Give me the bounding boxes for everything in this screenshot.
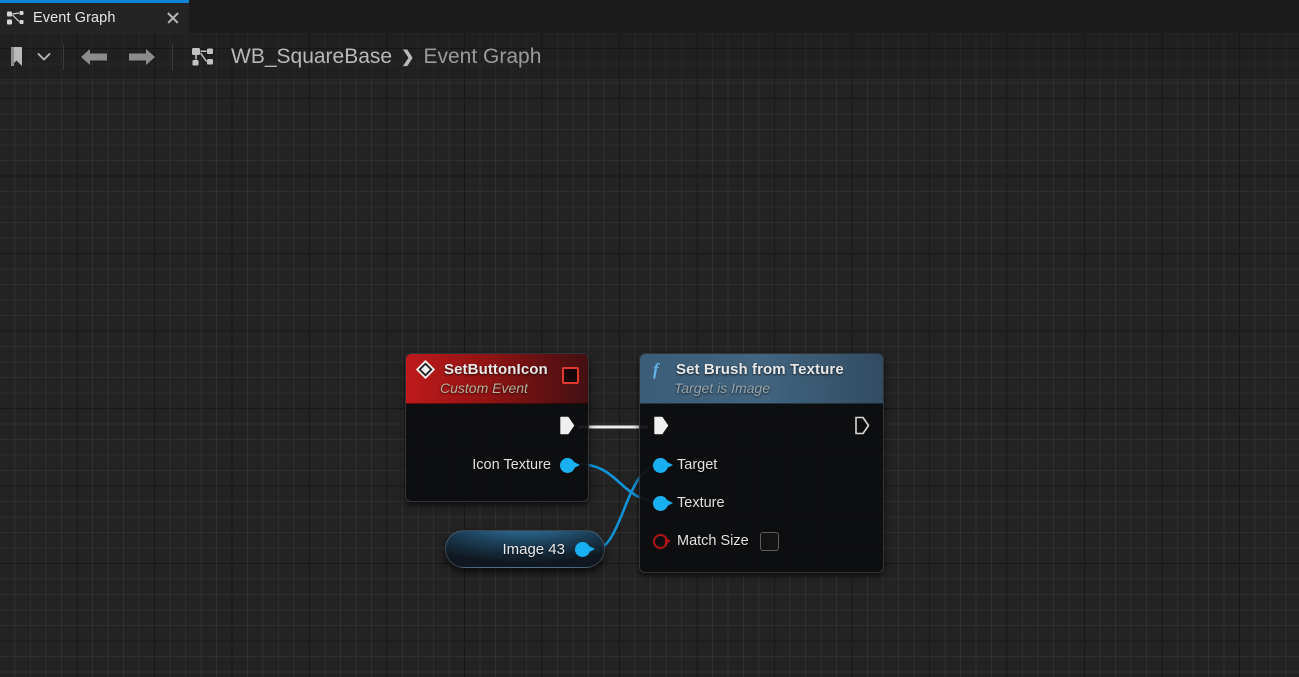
pin-texture[interactable]: [653, 495, 673, 511]
pin-row: Match Size: [640, 522, 883, 560]
arrow-left-icon[interactable]: [70, 40, 118, 74]
pin-row: Target: [640, 446, 883, 484]
node-body: f Set Brush from Texture Target is Image: [639, 353, 884, 573]
node-image-43[interactable]: Image 43: [445, 530, 605, 568]
toolbar-divider: [172, 43, 173, 70]
node-set-brush-from-texture[interactable]: f Set Brush from Texture Target is Image: [639, 353, 884, 573]
event-diamond-icon: [416, 360, 435, 379]
exec-output-pin[interactable]: [559, 416, 575, 435]
pin-target[interactable]: [653, 457, 673, 473]
arrow-right-icon[interactable]: [118, 40, 166, 74]
tab-bar: Event Graph: [0, 0, 1299, 33]
graph-toolbar: WB_SquareBase ❯ Event Graph: [0, 33, 1299, 80]
blueprint-editor-window: SetButtonIcon Custom Event Icon Texture …: [0, 0, 1299, 677]
toolbar-divider: [63, 43, 64, 70]
pin-match-size[interactable]: [653, 533, 671, 549]
pin-label-icon-texture: Icon Texture: [472, 457, 551, 473]
pin-row: [640, 404, 883, 446]
tab-label: Event Graph: [33, 10, 116, 26]
svg-text:f: f: [653, 360, 661, 379]
node-header: SetButtonIcon Custom Event: [406, 354, 588, 404]
close-icon[interactable]: [165, 10, 181, 26]
pin-row: Texture: [640, 484, 883, 522]
pin-row: Icon Texture: [406, 446, 588, 484]
bookmark-icon[interactable]: [3, 40, 31, 74]
node-title: Image 43: [502, 540, 565, 558]
node-subtitle: Target is Image: [674, 380, 770, 396]
node-body: Image 43: [445, 530, 605, 568]
chevron-down-icon[interactable]: [31, 40, 57, 74]
event-graph-canvas[interactable]: SetButtonIcon Custom Event Icon Texture …: [0, 80, 1299, 677]
function-f-icon: f: [650, 360, 667, 379]
node-content: Icon Texture: [406, 404, 588, 501]
node-title: SetButtonIcon: [444, 361, 548, 378]
pin-label-texture: Texture: [677, 495, 725, 511]
pin-icon-texture[interactable]: [560, 457, 580, 473]
pin-label-match-size: Match Size: [677, 533, 749, 549]
node-content: Target Texture Match Size: [640, 404, 883, 572]
node-header: f Set Brush from Texture Target is Image: [640, 354, 883, 404]
match-size-checkbox[interactable]: [759, 531, 779, 551]
pin-image-43-output[interactable]: [575, 541, 595, 557]
chevron-right-icon: ❯: [401, 48, 415, 66]
exec-output-pin[interactable]: [854, 416, 870, 435]
exec-input-pin[interactable]: [653, 416, 669, 435]
delegate-pin[interactable]: [562, 367, 579, 384]
node-body: SetButtonIcon Custom Event Icon Texture: [405, 353, 589, 502]
node-title: Set Brush from Texture: [676, 361, 844, 378]
breadcrumb: WB_SquareBase ❯ Event Graph: [231, 45, 541, 69]
breadcrumb-current[interactable]: Event Graph: [424, 45, 542, 69]
pin-label-target: Target: [677, 457, 718, 473]
breadcrumb-owner[interactable]: WB_SquareBase: [231, 45, 392, 69]
graph-icon: [7, 11, 25, 25]
node-set-button-icon[interactable]: SetButtonIcon Custom Event Icon Texture: [405, 353, 589, 502]
graph-icon: [179, 40, 223, 74]
pin-row: [406, 404, 588, 446]
node-subtitle: Custom Event: [440, 380, 528, 396]
tab-event-graph[interactable]: Event Graph: [0, 0, 189, 33]
